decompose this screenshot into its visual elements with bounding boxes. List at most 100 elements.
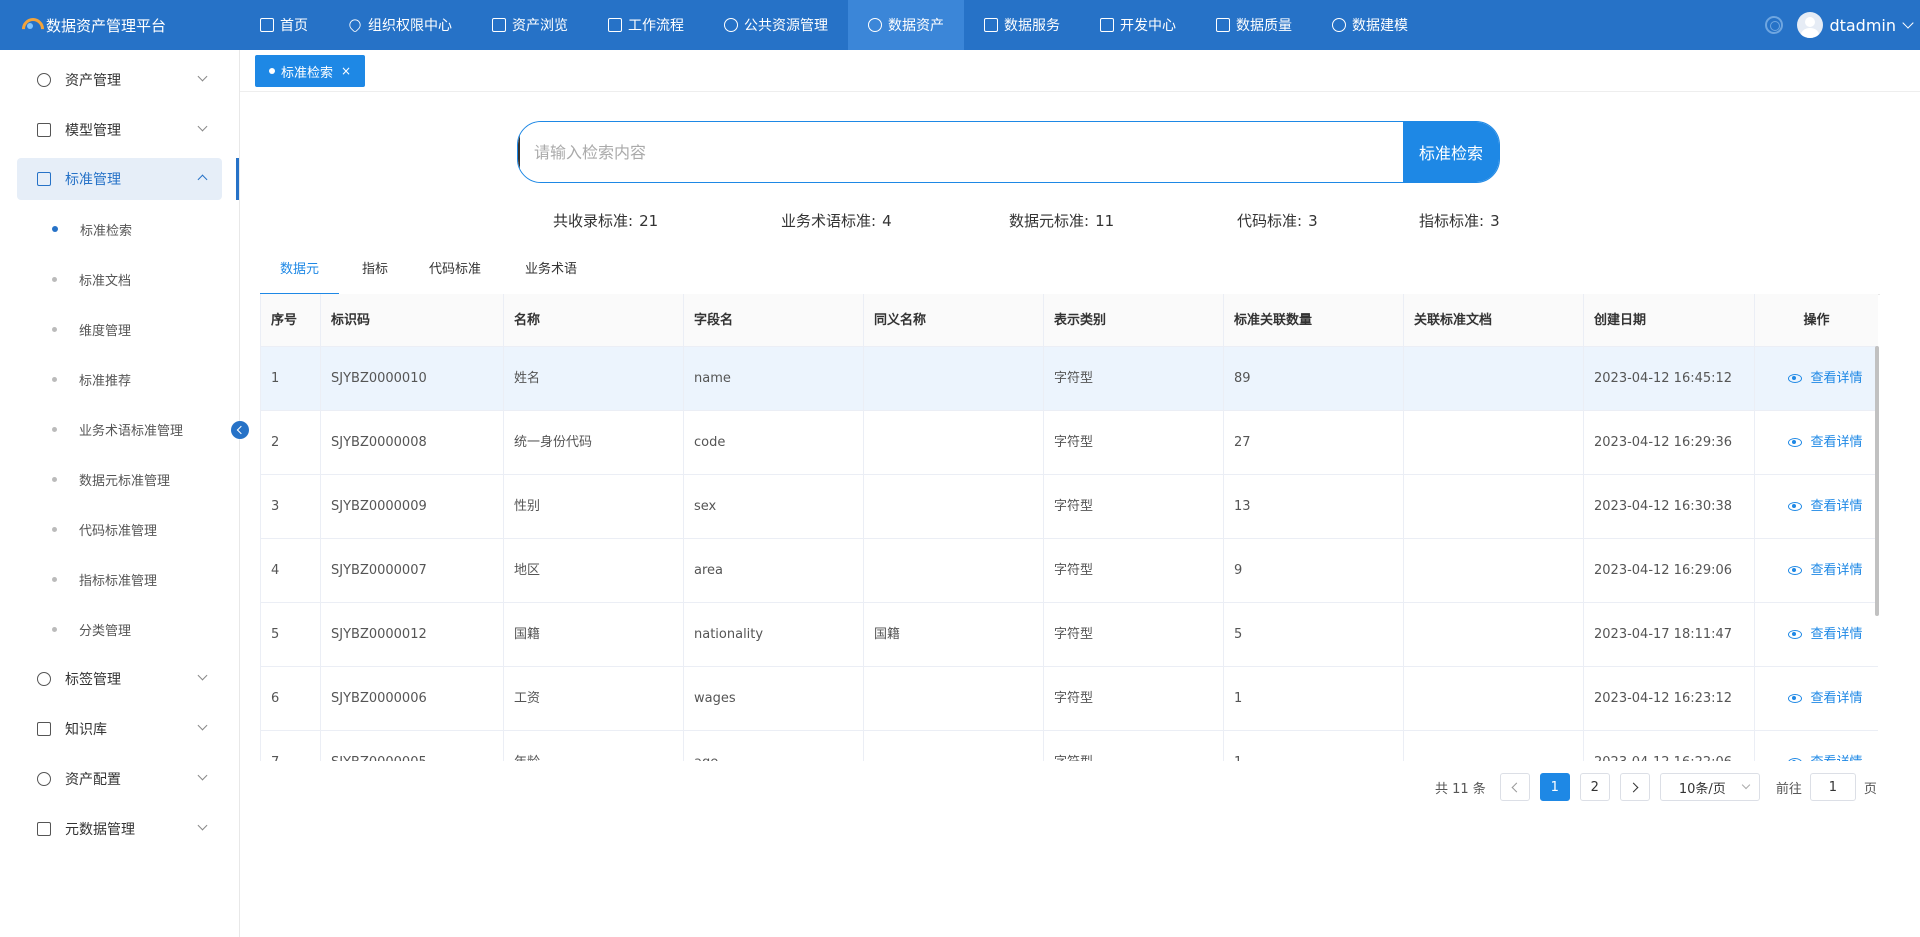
table-row[interactable]: 7SJYBZ0000005年龄age 字符型1 2023-04-12 16:22:0… bbox=[261, 731, 1878, 761]
brand[interactable]: 数据资产管理平台 bbox=[0, 0, 240, 50]
table-row[interactable]: 3 SJYBZ0000009 性别 sex 字符型 13 2023-04-12 16:30:… bbox=[261, 475, 1878, 539]
sidebar-group-knowledge-base[interactable]: 知识库 bbox=[17, 708, 222, 750]
nav-data-modeling[interactable]: 数据建模 bbox=[1312, 0, 1428, 50]
search-button[interactable]: 标准检索 bbox=[1403, 122, 1499, 182]
page-size-select[interactable]: 10条/页 bbox=[1659, 773, 1760, 801]
nav-org-permission[interactable]: 组织权限中心 bbox=[328, 0, 472, 50]
search-box: 标准检索 bbox=[517, 121, 1500, 183]
table-cell bbox=[864, 475, 1044, 539]
view-detail-link[interactable]: 查看详情 bbox=[1755, 347, 1878, 411]
sidebar-group-model-management[interactable]: 模型管理 bbox=[17, 109, 222, 151]
eye-icon bbox=[1788, 566, 1803, 575]
sidebar-group-asset-config[interactable]: 资产配置 bbox=[17, 758, 222, 800]
table-cell: SJYBZ0000005 bbox=[321, 731, 504, 761]
sidebar-item-standard-docs[interactable]: 标准文档 bbox=[52, 264, 131, 294]
goto-page-input[interactable] bbox=[1809, 773, 1856, 801]
tag-icon bbox=[37, 722, 51, 736]
stat-term: 业务术语标准: 4 bbox=[781, 212, 892, 230]
table-cell: 字符型 bbox=[1044, 667, 1224, 731]
search-input[interactable] bbox=[518, 122, 1403, 182]
settings-icon bbox=[37, 772, 51, 786]
prev-page-button[interactable] bbox=[1499, 773, 1530, 801]
nav-public-resource[interactable]: 公共资源管理 bbox=[704, 0, 848, 50]
column-header: 字段名 bbox=[684, 294, 864, 347]
sidebar-collapse-button[interactable] bbox=[231, 421, 249, 439]
view-detail-link[interactable]: 查看详情 bbox=[1755, 475, 1878, 539]
next-page-button[interactable] bbox=[1619, 773, 1650, 801]
sidebar-item-term-standard[interactable]: 业务术语标准管理 bbox=[52, 414, 183, 444]
sidebar-item-code-standard[interactable]: 代码标准管理 bbox=[52, 514, 157, 544]
pagination: 共 11 条 1 2 10条/页 前往 页 bbox=[1435, 773, 1877, 801]
nav-data-asset[interactable]: 数据资产 bbox=[848, 0, 964, 50]
nav-data-quality[interactable]: 数据质量 bbox=[1196, 0, 1312, 50]
avatar[interactable] bbox=[1797, 12, 1824, 38]
page-button[interactable]: 2 bbox=[1579, 773, 1610, 801]
sidebar-item-indicator-standard[interactable]: 指标标准管理 bbox=[52, 564, 157, 594]
shield-icon bbox=[347, 17, 363, 33]
username[interactable]: dtadmin bbox=[1829, 16, 1896, 35]
nav-home[interactable]: 首页 bbox=[240, 0, 328, 50]
chevron-down-icon bbox=[197, 121, 208, 132]
sidebar-group-tag-management[interactable]: 标签管理 bbox=[17, 658, 222, 700]
table-cell: 年龄 bbox=[504, 731, 684, 761]
sidebar-item-standard-recommend[interactable]: 标准推荐 bbox=[52, 364, 131, 394]
tab-data-element[interactable]: 数据元 bbox=[260, 255, 340, 295]
table-row[interactable]: 1 SJYBZ0000010 姓名 name 字符型 89 2023-04-12 16:45… bbox=[261, 347, 1878, 411]
table-row[interactable]: 6 SJYBZ0000006 工资 wages 字符型 1 2023-04-12 16:23… bbox=[261, 667, 1878, 731]
view-detail-link[interactable]: 查看详情 bbox=[1755, 539, 1878, 603]
table-row[interactable]: 5 SJYBZ0000012 国籍 nationality 国籍 字符型 5 2023-04-… bbox=[261, 603, 1878, 667]
tab-indicator[interactable]: 指标 bbox=[342, 255, 408, 295]
column-header: 标识码 bbox=[321, 294, 504, 347]
table-cell: 89 bbox=[1224, 347, 1404, 411]
table-row[interactable]: 4 SJYBZ0000007 地区 area 字符型 9 2023-04-12 16:29:… bbox=[261, 539, 1878, 603]
table-cell: 字符型 bbox=[1044, 603, 1224, 667]
chevron-down-icon bbox=[197, 720, 208, 731]
table-cell: SJYBZ0000007 bbox=[321, 539, 504, 603]
table-cell: 2023-04-12 16:45:12 bbox=[1584, 347, 1755, 411]
clock-icon bbox=[37, 73, 51, 87]
view-detail-link[interactable]: 查看详情 bbox=[1755, 603, 1878, 667]
chevron-down-icon[interactable] bbox=[1902, 17, 1914, 29]
sidebar-group-metadata-management[interactable]: 元数据管理 bbox=[17, 808, 222, 850]
goto-suffix: 页 bbox=[1863, 781, 1877, 797]
table-row[interactable]: 2 SJYBZ0000008 统一身份代码 code 字符型 27 2023-04-12 1… bbox=[261, 411, 1878, 475]
sidebar-item-standard-search[interactable]: 标准检索 bbox=[52, 214, 132, 244]
sidebar-item-dimension-management[interactable]: 维度管理 bbox=[52, 314, 131, 344]
bullet-icon bbox=[52, 526, 57, 532]
nav-dev-center[interactable]: 开发中心 bbox=[1080, 0, 1196, 50]
view-detail-link[interactable]: 查看详情 bbox=[1755, 731, 1878, 761]
top-navbar: 数据资产管理平台 首页 组织权限中心 资产浏览 工作流程 公共资源管理 数据资产… bbox=[0, 0, 1920, 50]
view-detail-link[interactable]: 查看详情 bbox=[1755, 667, 1878, 731]
table-cell: 5 bbox=[261, 603, 321, 667]
sidebar-item-data-element-standard[interactable]: 数据元标准管理 bbox=[52, 464, 170, 494]
nav-data-service[interactable]: 数据服务 bbox=[964, 0, 1080, 50]
bullet-icon bbox=[52, 476, 57, 482]
table-cell: 4 bbox=[261, 539, 321, 603]
stat-indicator: 指标标准: 3 bbox=[1419, 212, 1500, 230]
chevron-down-icon bbox=[197, 71, 208, 82]
table-scrollbar[interactable] bbox=[1875, 346, 1879, 616]
sidebar-item-classification[interactable]: 分类管理 bbox=[52, 614, 131, 644]
table-cell bbox=[1404, 539, 1584, 603]
edit-icon bbox=[1100, 18, 1114, 32]
table-cell: name bbox=[684, 347, 864, 411]
column-header: 名称 bbox=[504, 294, 684, 347]
sidebar-group-standard-management[interactable]: 标准管理 bbox=[17, 158, 222, 200]
sidebar-group-asset-management[interactable]: 资产管理 bbox=[17, 59, 222, 101]
tab-business-term[interactable]: 业务术语 bbox=[505, 255, 597, 295]
chart-icon bbox=[984, 18, 998, 32]
tab-standard-search[interactable]: 标准检索 × bbox=[255, 55, 366, 87]
ai-assistant-icon[interactable] bbox=[1765, 16, 1784, 34]
table-cell: 性别 bbox=[504, 475, 684, 539]
main-menu: 首页 组织权限中心 资产浏览 工作流程 公共资源管理 数据资产 数据服务 开发中… bbox=[240, 0, 1428, 50]
page-button[interactable]: 1 bbox=[1539, 773, 1570, 801]
close-icon[interactable]: × bbox=[341, 64, 351, 78]
nav-asset-browse[interactable]: 资产浏览 bbox=[472, 0, 588, 50]
nav-workflow[interactable]: 工作流程 bbox=[588, 0, 704, 50]
table-cell: 字符型 bbox=[1044, 539, 1224, 603]
tab-code-standard[interactable]: 代码标准 bbox=[409, 255, 501, 295]
table-cell: 字符型 bbox=[1044, 731, 1224, 761]
view-detail-link[interactable]: 查看详情 bbox=[1755, 411, 1878, 475]
plus-circle-icon bbox=[37, 672, 51, 686]
table-cell: wages bbox=[684, 667, 864, 731]
